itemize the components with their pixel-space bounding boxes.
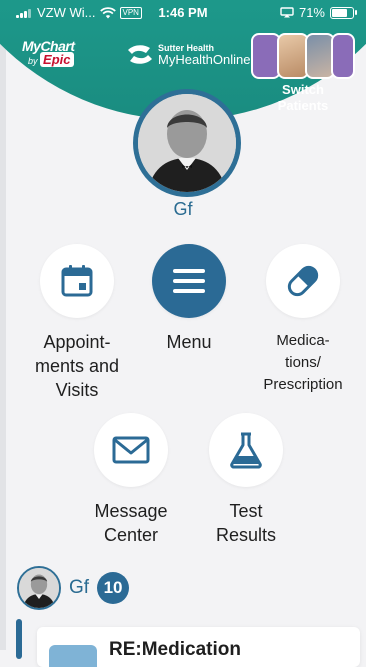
message-card-icon: [49, 645, 97, 667]
patient-avatar-4[interactable]: [331, 33, 355, 79]
mychart-logo: MyChart by Epic: [22, 38, 75, 67]
appointments-label: Appoint- ments and Visits: [17, 330, 137, 402]
calendar-icon: [61, 265, 93, 297]
message-card-title: RE:Medication: [109, 639, 241, 660]
battery-percent: 71%: [298, 5, 325, 20]
menu-label: Menu: [129, 330, 249, 354]
appointments-button[interactable]: Appoint- ments and Visits: [17, 244, 137, 402]
medications-circle[interactable]: [266, 244, 340, 318]
test-results-circle[interactable]: [209, 413, 283, 487]
medications-label-line3: Prescription: [263, 376, 343, 393]
profile-photo-image: [138, 94, 236, 192]
sutter-health-mark-icon: [128, 45, 152, 64]
pill-capsule-icon: [287, 265, 319, 297]
profile-name: Gf: [173, 199, 193, 219]
epic-logo-text: Epic: [40, 52, 74, 67]
menu-label-line1: Menu: [166, 332, 212, 352]
switch-patients-label-line2: Patients: [277, 98, 329, 113]
feed-timeline-rail: [16, 619, 22, 659]
feed-message-card[interactable]: RE:Medication: [37, 627, 360, 667]
flask-icon: [230, 432, 262, 469]
test-results-label-line1: Test: [229, 501, 263, 521]
medications-label-line1: Medica-: [276, 332, 330, 349]
appointments-circle[interactable]: [40, 244, 114, 318]
feed-header[interactable]: Gf 10: [17, 566, 130, 610]
medications-label-line2: tions/: [285, 354, 321, 371]
epic-logo: by Epic: [22, 52, 75, 67]
person-portrait-icon: [19, 568, 59, 608]
status-right: 71%: [280, 5, 357, 20]
hamburger-menu-icon: [173, 269, 205, 293]
test-results-label-line2: Results: [215, 525, 277, 545]
message-center-label-line2: Center: [103, 525, 159, 545]
appointments-label-line1: Appoint-: [43, 332, 111, 352]
menu-circle[interactable]: [152, 244, 226, 318]
message-center-label: Message Center: [71, 499, 191, 547]
message-center-button[interactable]: Message Center: [71, 413, 191, 547]
test-results-label: Test Results: [186, 499, 306, 547]
message-center-label-line1: Message: [94, 501, 168, 521]
medications-button[interactable]: Medica- tions/ Prescription: [243, 244, 363, 396]
profile-photo[interactable]: [133, 89, 241, 197]
switch-patients-label-line1: Switch: [282, 82, 324, 97]
switch-patients-button[interactable]: Switch Patients: [268, 82, 338, 114]
sutter-health-logo: Sutter Health MyHealthOnline: [126, 42, 251, 68]
appointments-label-line2: ments and: [34, 356, 120, 376]
appointments-label-line3: Visits: [55, 380, 99, 400]
feed-patient-avatar[interactable]: [17, 566, 61, 610]
person-portrait-icon: [138, 94, 236, 192]
status-bar: VZW Wi... VPN 1:46 PM 71%: [0, 0, 366, 24]
message-center-circle[interactable]: [94, 413, 168, 487]
unread-count-badge: 10: [97, 572, 130, 604]
envelope-icon: [112, 436, 150, 464]
myhealthonline-text: MyHealthOnline: [158, 52, 251, 67]
patient-avatar-strip[interactable]: [251, 33, 357, 79]
battery-icon: [330, 6, 357, 19]
feed-patient-name: Gf: [69, 577, 90, 598]
epic-by-text: by: [28, 56, 38, 66]
medications-label: Medica- tions/ Prescription: [243, 330, 363, 396]
sutter-health-text: Sutter Health MyHealthOnline: [158, 43, 251, 67]
test-results-button[interactable]: Test Results: [186, 413, 306, 547]
menu-button[interactable]: Menu: [129, 244, 249, 354]
screen-mirror-icon: [280, 7, 294, 18]
